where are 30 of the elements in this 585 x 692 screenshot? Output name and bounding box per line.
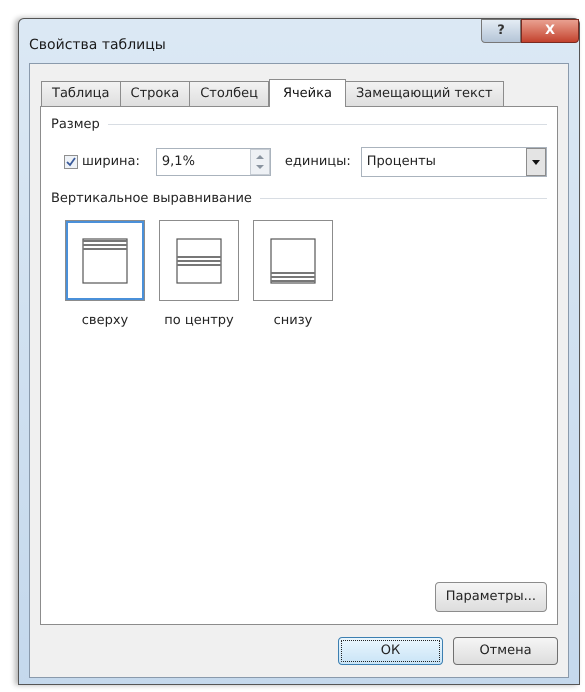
alignment-option[interactable] <box>253 220 333 301</box>
tab[interactable]: Ячейка <box>268 79 346 107</box>
window-title: Свойства таблицы <box>29 36 166 55</box>
checkmark-icon <box>66 156 76 166</box>
alignment-label: по центру <box>164 312 234 330</box>
width-checkbox[interactable] <box>64 154 78 168</box>
width-value: 9,1% <box>160 152 196 171</box>
alignment-option[interactable] <box>159 220 239 301</box>
alignment-option[interactable] <box>65 220 145 301</box>
tab[interactable]: Замещающий текст <box>344 81 504 106</box>
units-dropdown[interactable]: Проценты <box>360 146 547 176</box>
dialog-button[interactable]: ОК <box>338 637 443 665</box>
width-spin-field[interactable]: 9,1% <box>156 148 271 176</box>
width-label: ширина: <box>82 152 140 171</box>
cell-alignment-icon <box>82 238 128 284</box>
units-value: Проценты <box>366 152 437 171</box>
units-label: единицы: <box>284 152 351 171</box>
options-button[interactable]: Параметры... <box>434 582 547 612</box>
alignment-label: сверху <box>82 312 128 330</box>
group-heading: Размер <box>51 116 100 134</box>
cell-alignment-icon <box>176 238 222 284</box>
tab[interactable]: Таблица <box>41 81 120 106</box>
help-button[interactable]: ? <box>481 19 521 43</box>
alignment-label: снизу <box>274 312 312 330</box>
cell-alignment-icon <box>270 238 316 284</box>
group-heading: Вертикальное выравнивание <box>51 190 252 208</box>
dialog-button[interactable]: Отмена <box>453 637 558 665</box>
tab[interactable]: Столбец <box>189 81 269 106</box>
tab[interactable]: Строка <box>120 81 190 106</box>
spinner-arrows-icon[interactable] <box>250 148 270 174</box>
